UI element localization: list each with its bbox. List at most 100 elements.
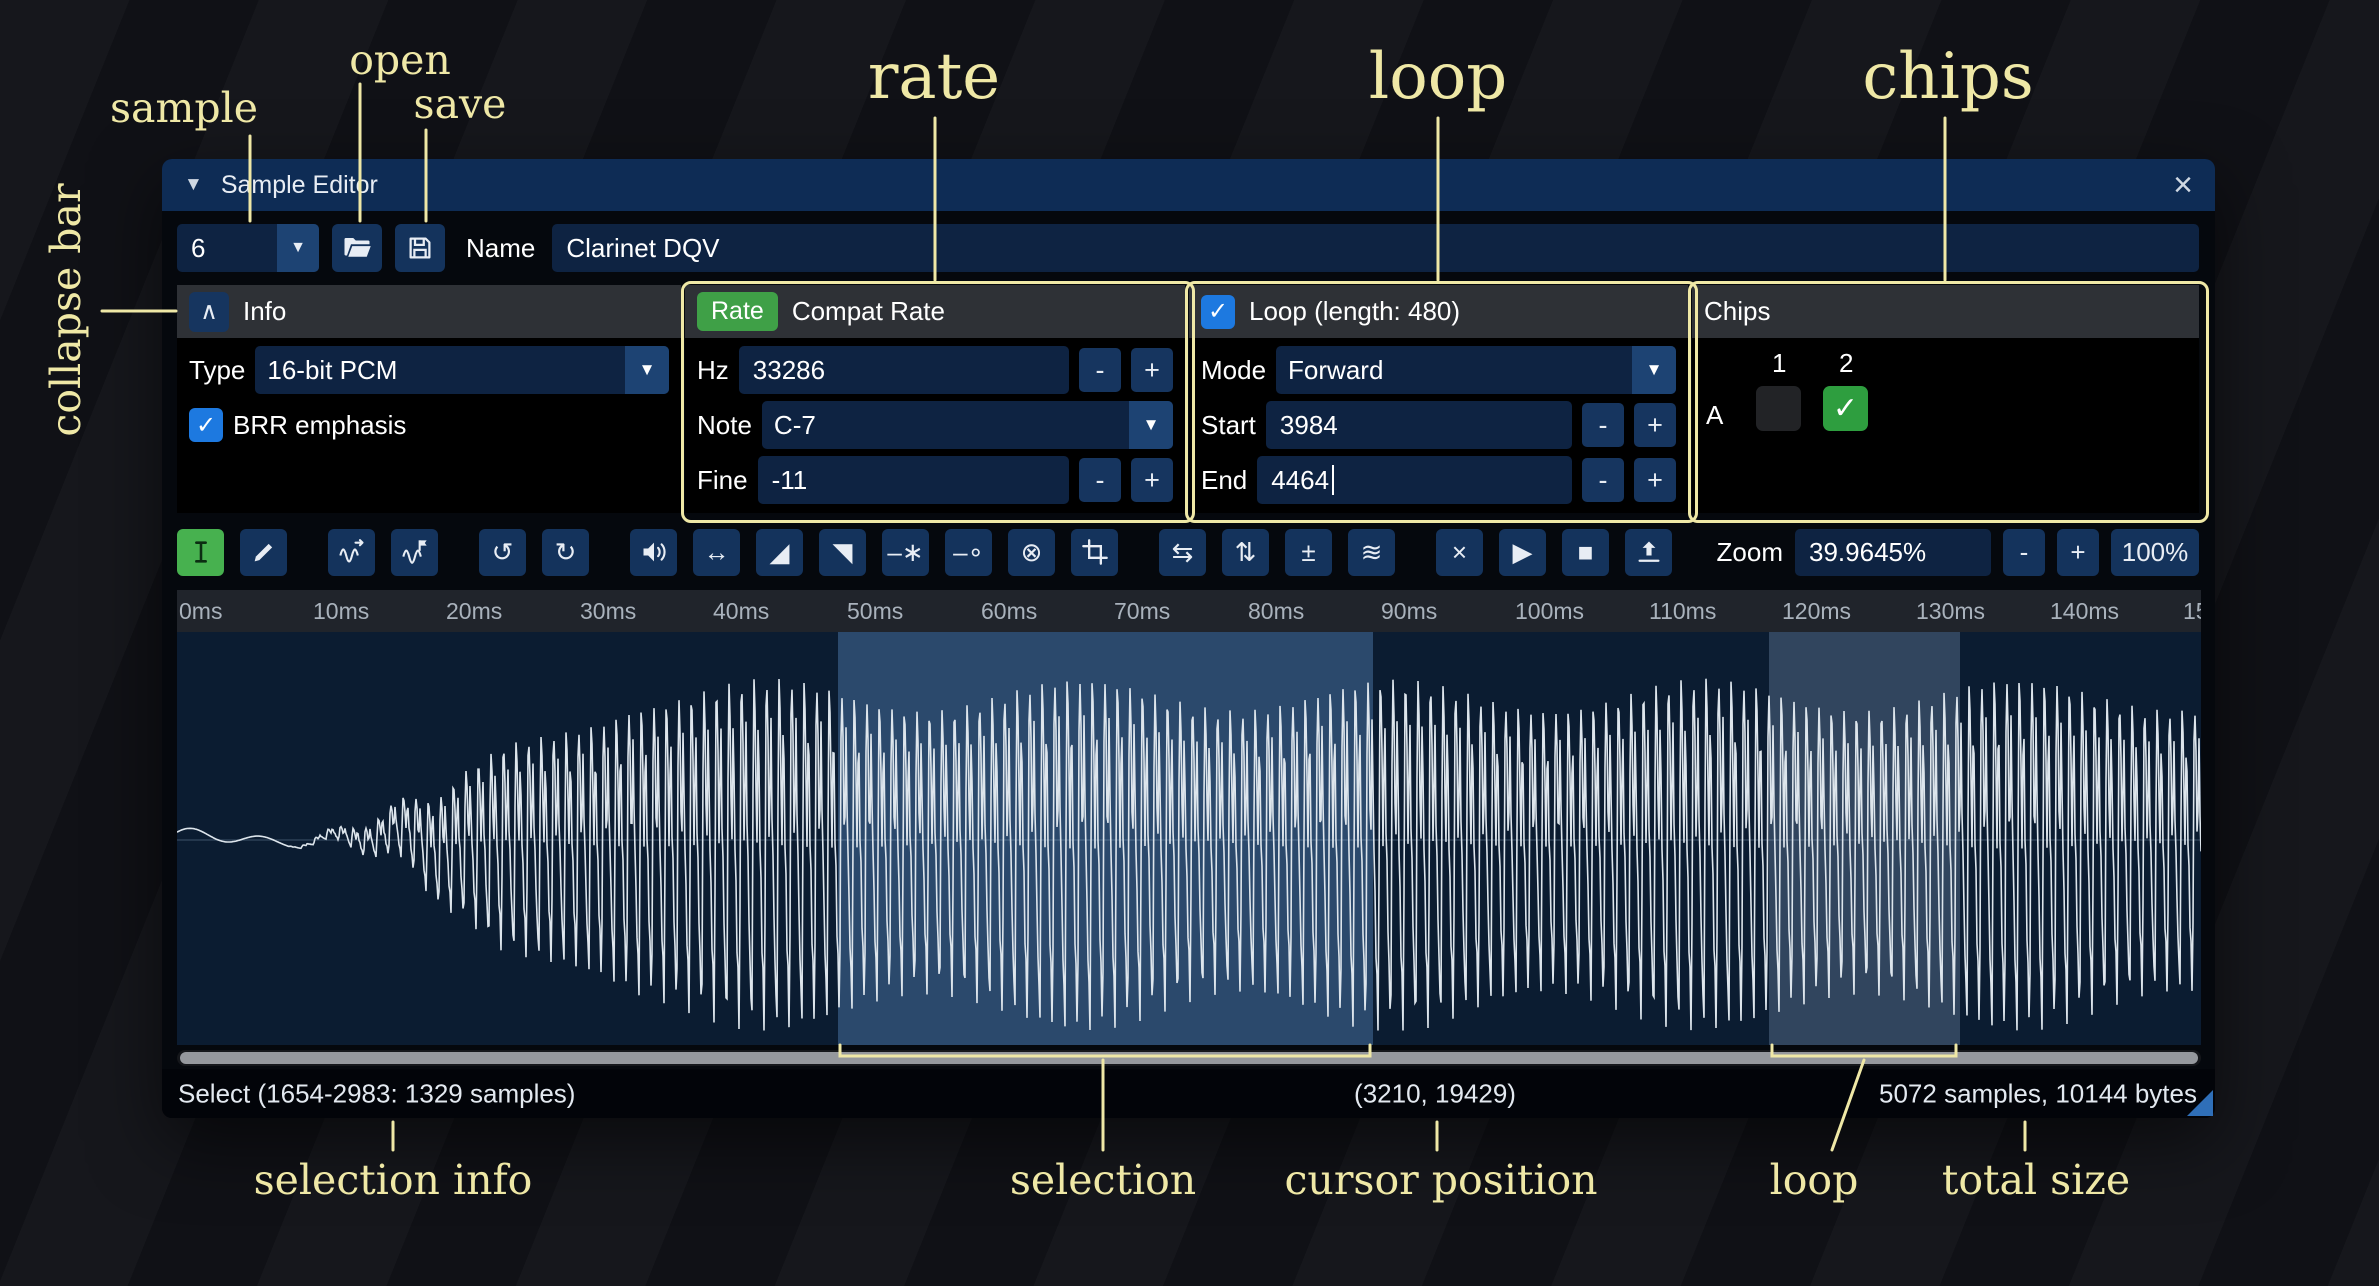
window-collapse-icon[interactable]: ▼	[184, 174, 203, 196]
rate-panel-header: Rate Compat Rate	[685, 285, 1185, 338]
note-select[interactable]: C-7 ▼	[762, 401, 1173, 449]
note-label: Note	[697, 410, 752, 441]
status-selection-info: Select (1654-2983: 1329 samples)	[178, 1078, 575, 1109]
hz-input[interactable]	[739, 346, 1069, 394]
trim-button[interactable]	[1071, 529, 1118, 576]
upload-icon	[1635, 538, 1663, 566]
fade-in-button[interactable]: ◢	[756, 529, 803, 576]
chips-panel-body: 1 2 A ✓	[1692, 338, 2199, 513]
open-sample-button[interactable]	[332, 224, 382, 272]
loop-panel-body: Mode Forward ▼ Start - + End	[1189, 338, 1688, 513]
create-wavetable-button[interactable]	[1625, 529, 1672, 576]
ruler-label: 20ms	[446, 598, 502, 625]
rate-panel: Rate Compat Rate Hz - + Note C-7 ▼	[685, 285, 1185, 513]
ruler-label: 100ms	[1515, 598, 1584, 625]
chips-col-1-label: 1	[1772, 348, 1786, 379]
chips-panel-title: Chips	[1704, 296, 1770, 327]
rate-button[interactable]: Rate	[697, 292, 778, 331]
scrollbar-thumb[interactable]	[180, 1052, 2198, 1064]
wave-flag-icon	[401, 538, 429, 566]
undo-button[interactable]: ↺	[479, 529, 526, 576]
ruler-label: 130ms	[1916, 598, 1985, 625]
loop-panel-header: ✓ Loop (length: 480)	[1189, 285, 1688, 338]
chevron-down-icon[interactable]: ▼	[625, 346, 669, 394]
resize-button[interactable]	[328, 529, 375, 576]
sign-button[interactable]: ±	[1285, 529, 1332, 576]
normalize-button[interactable]: ↔	[693, 529, 740, 576]
loop-enable-checkbox[interactable]: ✓	[1201, 295, 1235, 329]
loop-start-input[interactable]	[1266, 401, 1572, 449]
sample-row: 6 ▼ Name	[177, 224, 2199, 272]
invert-button[interactable]: ⇅	[1222, 529, 1269, 576]
titlebar: ▼ Sample Editor ×	[162, 159, 2215, 211]
ruler-label: 50ms	[847, 598, 903, 625]
annotation-loop: loop	[1369, 40, 1508, 114]
edit-select-button[interactable]	[177, 529, 224, 576]
loop-start-plus-button[interactable]: +	[1634, 403, 1676, 447]
name-label: Name	[466, 233, 535, 264]
reverse-button[interactable]: ⇆	[1159, 529, 1206, 576]
chevron-down-icon[interactable]: ▼	[1129, 401, 1173, 449]
rate-panel-body: Hz - + Note C-7 ▼ Fine	[685, 338, 1185, 513]
ruler-label: 110ms	[1649, 598, 1716, 625]
zoom-out-button[interactable]: -	[2003, 529, 2045, 576]
chip-a2-checkbox[interactable]: ✓	[1823, 386, 1868, 431]
close-icon[interactable]: ×	[2173, 168, 2193, 202]
ruler-label: 10ms	[313, 598, 369, 625]
chevron-down-icon[interactable]: ▼	[1632, 346, 1676, 394]
resample-button[interactable]	[391, 529, 438, 576]
floppy-disk-icon	[405, 233, 435, 263]
sample-number-select[interactable]: 6 ▼	[177, 224, 319, 272]
chevron-down-icon[interactable]: ▼	[277, 224, 319, 272]
loop-mode-select[interactable]: Forward ▼	[1276, 346, 1676, 394]
filter-button[interactable]: ≋	[1348, 529, 1395, 576]
loop-mode-value: Forward	[1276, 346, 1632, 394]
stop-preview-button[interactable]: ■	[1562, 529, 1609, 576]
brr-emphasis-checkbox[interactable]: ✓	[189, 408, 223, 442]
waveform-view[interactable]	[177, 632, 2201, 1045]
annotation-chips: chips	[1862, 40, 2033, 114]
delete-button[interactable]: ⊗	[1008, 529, 1055, 576]
collapse-chevron-icon[interactable]: ∧	[189, 292, 229, 332]
hz-minus-button[interactable]: -	[1079, 348, 1121, 392]
loop-start-minus-button[interactable]: -	[1582, 403, 1624, 447]
save-sample-button[interactable]	[395, 224, 445, 272]
draw-button[interactable]	[240, 529, 287, 576]
fine-minus-button[interactable]: -	[1079, 458, 1121, 502]
hz-plus-button[interactable]: +	[1131, 348, 1173, 392]
insert-silence-button[interactable]: –∗	[882, 529, 929, 576]
resize-grip[interactable]	[2187, 1090, 2213, 1116]
loop-panel-title: Loop (length: 480)	[1249, 296, 1460, 327]
fine-input[interactable]	[758, 456, 1069, 504]
zoom-reset-button[interactable]: 100%	[2111, 529, 2199, 576]
zoom-in-button[interactable]: +	[2057, 529, 2099, 576]
crossfade-loop-button[interactable]: ×	[1436, 529, 1483, 576]
amplify-button[interactable]	[630, 529, 677, 576]
chip-a1-checkbox[interactable]	[1756, 386, 1801, 431]
name-input[interactable]	[552, 224, 2199, 272]
loop-end-input[interactable]: 4464	[1257, 456, 1572, 504]
hz-label: Hz	[697, 355, 729, 386]
preview-button[interactable]: ▶	[1499, 529, 1546, 576]
annotation-rate: rate	[868, 40, 1000, 114]
ruler-label: 0ms	[179, 598, 222, 625]
loop-end-plus-button[interactable]: +	[1634, 458, 1676, 502]
redo-button[interactable]: ↻	[542, 529, 589, 576]
info-panel-header: ∧ Info	[177, 285, 681, 338]
window-title: Sample Editor	[221, 171, 378, 200]
apply-silence-button[interactable]: –∘	[945, 529, 992, 576]
ruler-label: 120ms	[1782, 598, 1851, 625]
annotation-selection: selection	[1010, 1156, 1196, 1204]
chips-col-2-label: 2	[1839, 348, 1853, 379]
fade-out-button[interactable]: ◥	[819, 529, 866, 576]
sample-editor-window: ▼ Sample Editor × 6 ▼ Name	[162, 159, 2215, 1118]
status-total-size: 5072 samples, 10144 bytes	[1879, 1078, 2197, 1109]
loop-start-label: Start	[1201, 410, 1256, 441]
loop-end-minus-button[interactable]: -	[1582, 458, 1624, 502]
waveform-svg	[177, 632, 2201, 1045]
fine-plus-button[interactable]: +	[1131, 458, 1173, 502]
type-select[interactable]: 16-bit PCM ▼	[255, 346, 669, 394]
zoom-value[interactable]: 39.9645%	[1795, 529, 1991, 576]
annotation-total-size: total size	[1942, 1156, 2130, 1204]
horizontal-scrollbar[interactable]	[177, 1050, 2201, 1066]
